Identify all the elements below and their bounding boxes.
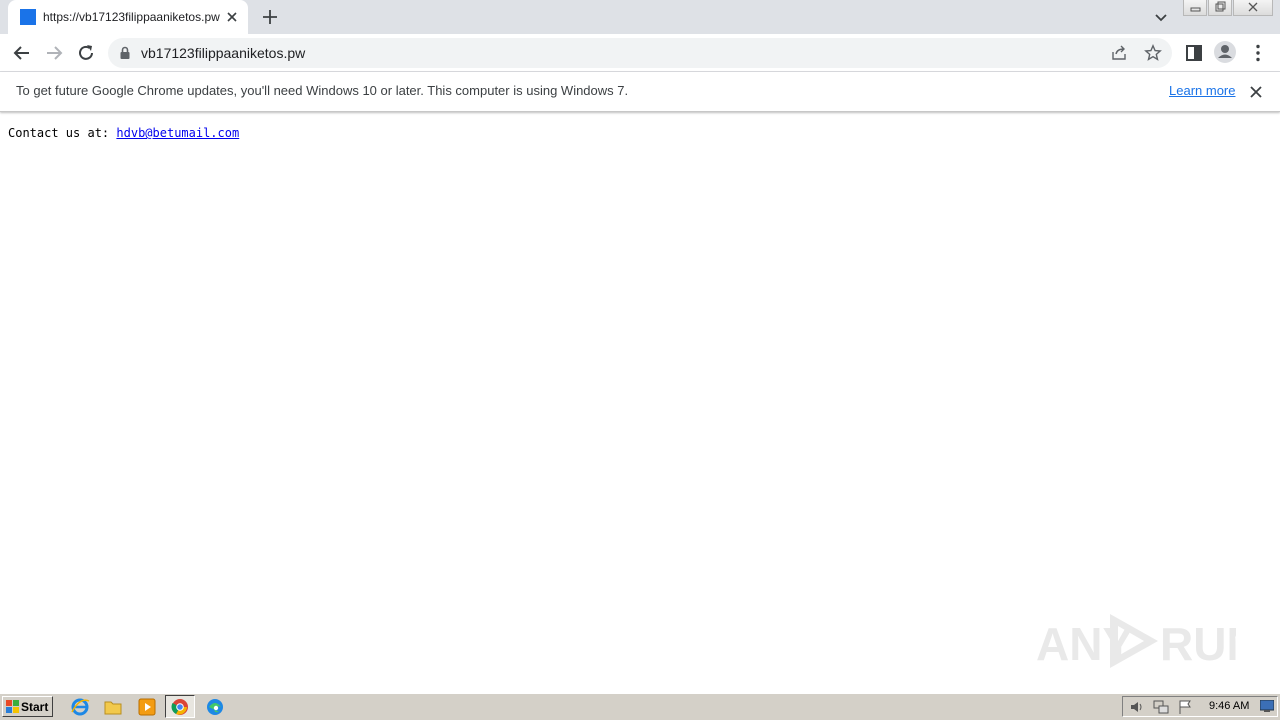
chrome-taskbar-button[interactable] [165, 695, 195, 718]
forward-arrow-icon[interactable] [42, 41, 66, 65]
browser-tab[interactable]: https://vb17123filippaaniketos.pw [8, 0, 248, 34]
flag-icon[interactable] [1177, 699, 1193, 715]
share-icon[interactable] [1111, 45, 1127, 61]
play-logo-icon [1110, 614, 1158, 668]
clock: 9:46 AM [1209, 700, 1250, 712]
profile-icon[interactable] [1213, 40, 1237, 64]
url-text: vb17123filippaaniketos.pw [141, 45, 306, 61]
close-icon [1248, 2, 1258, 12]
contact-email-link[interactable]: hdvb@betumail.com [116, 126, 239, 140]
minimize-icon [1190, 7, 1201, 12]
menu-icon[interactable] [1246, 41, 1270, 65]
update-infobar: To get future Google Chrome updates, you… [0, 72, 1280, 112]
star-icon[interactable] [1144, 44, 1162, 62]
show-desktop-icon[interactable] [1260, 700, 1274, 713]
system-tray: 9:46 AM [1122, 696, 1278, 717]
restore-icon [1215, 1, 1226, 12]
taskbar: Start 9:46 AM [0, 693, 1280, 720]
learn-more-link[interactable]: Learn more [1169, 83, 1235, 98]
restore-button[interactable] [1208, 0, 1232, 16]
lock-icon[interactable] [119, 46, 131, 60]
browser-toolbar: vb17123filippaaniketos.pw [0, 34, 1280, 72]
tab-strip: https://vb17123filippaaniketos.pw [0, 0, 1280, 34]
page-content: Contact us at: hdvb@betumail.com [8, 126, 239, 140]
watermark-text-right: RUN [1160, 618, 1236, 670]
start-button[interactable]: Start [2, 696, 53, 717]
close-icon[interactable] [1246, 82, 1266, 102]
volume-icon[interactable] [1129, 699, 1145, 715]
tab-title: https://vb17123filippaaniketos.pw [43, 10, 220, 24]
new-tab-icon[interactable] [259, 6, 281, 28]
address-bar[interactable]: vb17123filippaaniketos.pw [108, 38, 1172, 68]
internet-explorer-icon[interactable] [69, 697, 91, 717]
tab-favicon-icon [20, 9, 36, 25]
anyrun-watermark: ANY RUN [1036, 614, 1236, 670]
reload-icon[interactable] [74, 41, 98, 65]
folder-icon[interactable] [102, 697, 124, 717]
side-panel-icon[interactable] [1182, 41, 1206, 65]
chrome-icon [171, 699, 188, 715]
infobar-message: To get future Google Chrome updates, you… [16, 83, 629, 98]
windows-logo-icon [6, 700, 19, 713]
media-player-icon[interactable] [136, 697, 158, 717]
network-icon[interactable] [1153, 699, 1169, 715]
contact-label: Contact us at: [8, 126, 110, 140]
start-label: Start [21, 700, 49, 714]
close-window-button[interactable] [1233, 0, 1273, 16]
tab-close-icon[interactable] [222, 7, 242, 27]
minimize-button[interactable] [1183, 0, 1207, 16]
edge-icon[interactable] [204, 697, 226, 717]
back-arrow-icon[interactable] [10, 41, 34, 65]
chevron-down-icon[interactable] [1151, 7, 1171, 27]
